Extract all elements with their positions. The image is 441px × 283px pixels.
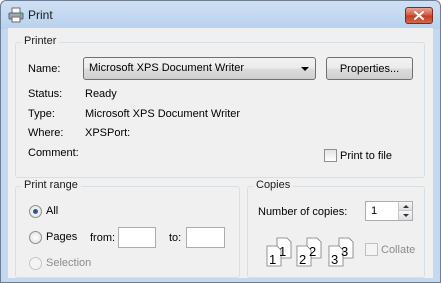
page-pair-3: 3 3 [328, 237, 354, 267]
selection-label[interactable]: Selection [46, 257, 91, 269]
where-value: XPSPort: [85, 127, 131, 139]
print-dialog: Print Printer Name: Microsoft XPS Docume… [0, 0, 441, 283]
printer-group-title: Printer [21, 35, 60, 47]
print-to-file-checkbox[interactable] [324, 149, 337, 162]
window-title: Print [28, 8, 53, 22]
collate-page-label: 3 [341, 244, 348, 259]
page-pair-1: 1 1 [266, 237, 292, 267]
close-icon [414, 11, 424, 20]
to-page-input[interactable] [186, 227, 225, 248]
to-label: to: [169, 232, 182, 244]
number-of-copies-value: 1 [371, 205, 378, 217]
arrow-down-icon [402, 214, 409, 217]
type-label: Type: [28, 108, 55, 120]
printer-icon [8, 7, 24, 23]
collate-checkbox[interactable] [365, 243, 378, 256]
title-bar[interactable]: Print [1, 1, 440, 28]
close-button[interactable] [405, 7, 433, 24]
from-page-input[interactable] [118, 227, 156, 248]
spin-up-button[interactable] [399, 202, 412, 211]
type-value: Microsoft XPS Document Writer [85, 108, 241, 120]
print-to-file-label[interactable]: Print to file [340, 150, 392, 162]
page-pair-2: 2 2 [296, 237, 322, 267]
print-range-group-title: Print range [21, 179, 81, 191]
status-value: Ready [85, 88, 117, 100]
pages-label[interactable]: Pages [46, 231, 77, 243]
properties-button[interactable]: Properties... [326, 57, 413, 80]
copies-group-title: Copies [253, 179, 294, 191]
printer-name-value: Microsoft XPS Document Writer [89, 62, 245, 74]
number-of-copies-label: Number of copies: [258, 206, 348, 218]
where-label: Where: [28, 127, 64, 139]
collate-page-label: 2 [299, 252, 306, 267]
printer-name-label: Name: [28, 63, 61, 75]
spinner-buttons [398, 202, 412, 220]
collate-page-label: 3 [331, 252, 338, 267]
printer-name-select[interactable]: Microsoft XPS Document Writer [83, 57, 316, 80]
dialog-body: Printer Name: Microsoft XPS Document Wri… [8, 28, 433, 278]
all-radio[interactable] [29, 205, 42, 218]
collate-pages-icon: 1 1 2 2 3 3 [266, 237, 354, 267]
comment-label: Comment: [28, 147, 79, 159]
pages-radio[interactable] [29, 231, 42, 244]
all-label[interactable]: All [46, 205, 58, 217]
collate-page-label: 2 [309, 244, 316, 259]
collate-page-label: 1 [269, 252, 276, 267]
from-label: from: [90, 232, 116, 244]
spin-down-button[interactable] [399, 211, 412, 220]
collate-label[interactable]: Collate [381, 244, 415, 256]
properties-button-label: Properties... [339, 62, 400, 75]
chevron-down-icon [301, 67, 309, 71]
collate-page-label: 1 [279, 244, 286, 259]
status-label: Status: [28, 88, 63, 100]
arrow-up-icon [402, 204, 409, 208]
selection-radio[interactable] [29, 257, 42, 270]
number-of-copies-spinner[interactable]: 1 [365, 201, 413, 221]
